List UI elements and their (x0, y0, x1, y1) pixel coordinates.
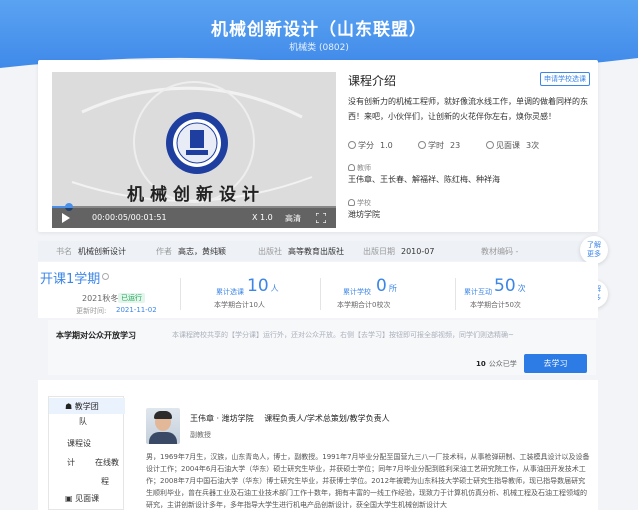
term-name: 2021秋冬 (82, 294, 119, 303)
teacher-avatar (146, 408, 180, 444)
teacher-header: 王伟章 · 潍坊学院 课程负责人/学术总策划/教学负责人 (190, 413, 390, 424)
status-badge: 已运行 (118, 293, 145, 303)
book-name: 书名 机械创新设计 (56, 247, 126, 256)
meeting-icon: ▣ (65, 494, 76, 503)
teachers-list: 王伟章、王长春、解福祥、陈红梅、种祥海 (348, 175, 500, 184)
nav-teaching-team[interactable]: ☗ 教学团 (49, 398, 125, 414)
info-icon[interactable] (102, 273, 110, 280)
meeting-icon (486, 141, 494, 149)
metric-value: 10 人 (247, 276, 279, 296)
credit-icon (348, 141, 356, 149)
school-label: 学校 (348, 198, 371, 208)
nav-meeting-class[interactable]: ▣ 见面课 (49, 493, 125, 504)
page-title: 机械创新设计（山东联盟） (211, 20, 427, 40)
intro-title: 课程介绍 (348, 74, 397, 88)
university-logo-icon (166, 112, 228, 174)
metric-label: 累计选课 (216, 288, 244, 296)
intro-text: 没有创新力的机械工程师，就好像流水线工作，单调的做着同样的东西！来吧，小伙伴们，… (348, 97, 588, 121)
nav-online-tutorial[interactable]: 在线教 (49, 457, 125, 468)
book-code: 教材编码 - (481, 247, 519, 256)
play-icon[interactable] (62, 213, 70, 223)
metric-label: 累计互动 (464, 288, 492, 296)
learn-more-button[interactable]: 了解更多 (580, 236, 608, 264)
metric-value: 0所 (376, 276, 397, 296)
nav-course-design[interactable]: 课程设 (49, 438, 125, 449)
teachers-label: 教师 (348, 163, 371, 173)
teacher-title: 副教授 (190, 431, 211, 439)
team-side-nav: ☗ 教学团 队 课程设 计 在线教 程 ▣ 见面课 (48, 396, 125, 510)
fullscreen-icon[interactable] (316, 213, 326, 223)
update-date: 2021-11-02 (116, 306, 157, 314)
team-icon: ☗ (65, 402, 75, 411)
hours-stat: 学时 23 (418, 140, 460, 151)
nav-teaching-team-cont[interactable]: 队 (49, 416, 125, 427)
video-time: 00:00:05/00:01:51 (92, 213, 167, 222)
metric-sub: 本学期合计0校次 (337, 301, 391, 309)
semester-title: 开课1学期 (40, 268, 110, 287)
page-subtitle: 机械类 (0802) (289, 43, 349, 53)
video-calligraphy-title: 机械创新设计 (127, 185, 265, 205)
video-controls: 00:00:05/00:01:51 X 1.0 高清 (52, 208, 336, 228)
teacher-icon (348, 164, 355, 171)
book-date: 出版日期 2010-07 (363, 247, 435, 256)
public-open-description: 本课程跨校共享的【学分课】运行外，还对公众开放。右侧【去学习】按钮即可报全部视频… (172, 331, 514, 339)
divider (320, 278, 321, 310)
book-info-row: 书名 机械创新设计 作者 高志，黄纯颖 出版社 高等教育出版社 出版日期 2010-07… (38, 241, 598, 261)
course-stats: 学分 1.0 学时 23 见面课 3次 (348, 140, 594, 152)
school-icon (348, 199, 355, 206)
teacher-name: 王伟章 · 潍坊学院 (190, 414, 254, 423)
public-learner-count: 10 公众已学 (476, 360, 517, 368)
school-name: 潍坊学院 (348, 210, 380, 219)
meeting-stat: 见面课 3次 (486, 140, 539, 151)
update-label: 更新时间: (76, 307, 107, 315)
metric-value: 50 次 (494, 276, 526, 296)
quality-button[interactable]: 高清 (285, 213, 301, 224)
nav-online-tutorial-cont[interactable]: 程 (49, 476, 125, 487)
book-publisher: 出版社 高等教育出版社 (258, 247, 344, 256)
divider (455, 278, 456, 310)
divider (180, 278, 181, 310)
teacher-role: 课程负责人/学术总策划/教学负责人 (264, 414, 390, 423)
clock-icon (418, 141, 426, 149)
metric-label: 累计学校 (343, 288, 371, 296)
public-open-title: 本学期对公众开放学习 (56, 331, 136, 340)
go-study-button[interactable]: 去学习 (524, 354, 587, 373)
metric-sub: 本学期合计50次 (470, 301, 521, 309)
playback-speed-button[interactable]: X 1.0 (252, 213, 273, 222)
credit-stat: 学分 1.0 (348, 140, 393, 151)
apply-school-course-button[interactable]: 申请学校选课 (540, 72, 590, 86)
video-player[interactable]: 机械创新设计 00:00:05/00:01:51 X 1.0 高清 (52, 72, 336, 228)
metric-sub: 本学期合计10人 (214, 301, 265, 309)
book-author: 作者 高志，黄纯颖 (156, 247, 226, 256)
teacher-bio: 男，1969年7月生，汉族，山东青岛人，博士，副教授。1991年7月毕业分配至国… (146, 453, 590, 509)
